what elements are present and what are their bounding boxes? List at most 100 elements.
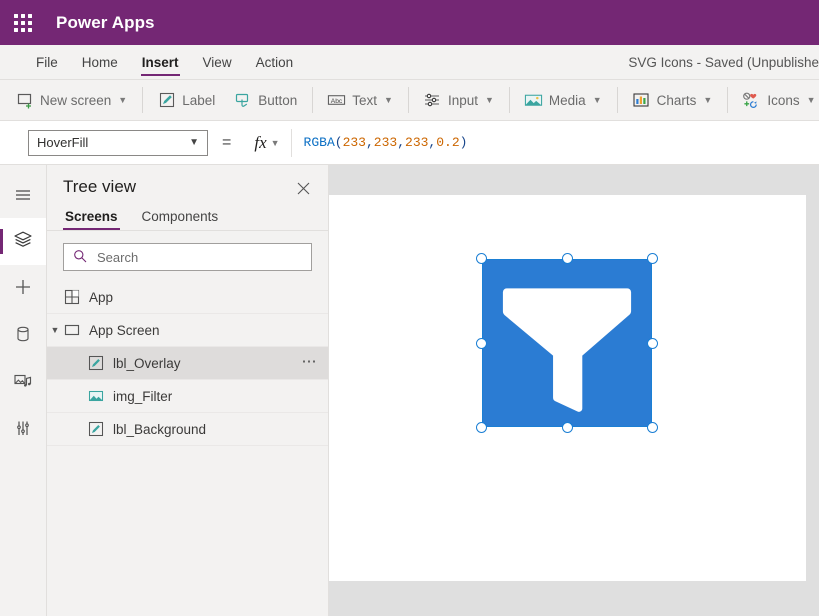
hamburger-menu-icon[interactable]: [0, 171, 46, 218]
menu-item-view[interactable]: View: [191, 45, 244, 80]
media-button-label: Media: [548, 92, 586, 108]
tree-node-app-screen[interactable]: ▼ App Screen: [47, 314, 328, 347]
sidebar-item-insert[interactable]: [0, 265, 46, 312]
tree-node-label: lbl_Background: [113, 421, 207, 437]
brand-bar: Power Apps: [0, 0, 819, 45]
image-icon: [87, 387, 105, 405]
ribbon-group-input: Input ▼: [407, 80, 509, 120]
label-icon: [157, 91, 176, 110]
resize-handle-s[interactable]: [561, 422, 573, 433]
resize-handle-sw[interactable]: [476, 422, 487, 433]
waffle-grid: [14, 13, 32, 32]
ribbon-group-text: Abc Text ▼: [312, 80, 408, 120]
menu-bar: File Home Insert View Action SVG Icons -…: [0, 45, 819, 80]
screen-icon: [63, 321, 81, 339]
resize-handle-nw[interactable]: [476, 253, 487, 264]
formula-token-close: ): [459, 135, 468, 150]
tab-screens[interactable]: Screens: [63, 209, 120, 230]
search-input[interactable]: [95, 248, 302, 266]
tree-view-panel: Tree view Screens Components Search App …: [47, 165, 329, 616]
formula-token-a: 0.2: [436, 135, 460, 150]
ribbon-group-charts: Charts ▼: [616, 80, 728, 120]
tree-node-img-filter[interactable]: img_Filter: [47, 380, 328, 413]
label-icon: [87, 354, 105, 372]
text-button[interactable]: Abc Text ▼: [318, 87, 402, 114]
chevron-down-icon: ▼: [806, 95, 816, 105]
menu-item-home[interactable]: Home: [70, 45, 130, 80]
tab-components[interactable]: Components: [140, 209, 221, 230]
resize-handle-n[interactable]: [561, 253, 573, 264]
tree-node-app[interactable]: App: [47, 281, 328, 314]
formula-token-b: 233: [405, 135, 429, 150]
selected-control-img-filter[interactable]: [476, 253, 658, 433]
ribbon-group-media: Media ▼: [508, 80, 617, 120]
tree-view-layers-icon: [12, 229, 34, 254]
ribbon-group-screen: New screen ▼: [0, 80, 142, 120]
svg-text:Abc: Abc: [331, 98, 343, 105]
menu-item-insert[interactable]: Insert: [130, 45, 191, 80]
menu-item-action[interactable]: Action: [244, 45, 306, 80]
app-launcher-waffle-icon[interactable]: [0, 0, 46, 45]
app-screen-canvas[interactable]: [329, 195, 806, 581]
text-abc-icon: Abc: [327, 91, 346, 110]
chevron-down-icon: ▼: [592, 95, 602, 105]
sidebar-item-advanced[interactable]: [0, 406, 46, 453]
label-button[interactable]: Label: [148, 87, 224, 114]
button-button[interactable]: Button: [224, 87, 306, 114]
resize-handle-e[interactable]: [647, 337, 658, 349]
sidebar-item-data[interactable]: [0, 312, 46, 359]
search-icon: [73, 249, 87, 266]
menu-items: File Home Insert View Action: [0, 45, 305, 80]
tree-view-tabs: Screens Components: [47, 199, 328, 231]
page-title: Tree view: [63, 177, 137, 196]
data-database-icon: [13, 324, 33, 347]
tree-node-lbl-overlay[interactable]: lbl_Overlay ⋯: [47, 347, 328, 380]
media-button[interactable]: Media ▼: [515, 87, 611, 114]
formula-token-g: 233: [373, 135, 398, 150]
charts-button[interactable]: Charts ▼: [623, 87, 722, 114]
formula-input[interactable]: RGBA(233,233,233,0.2): [292, 135, 819, 150]
button-icon: [233, 91, 252, 110]
tree-node-label: lbl_Overlay: [113, 355, 181, 371]
label-icon: [87, 420, 105, 438]
formula-token-fn: RGBA: [303, 135, 335, 150]
new-screen-button[interactable]: New screen ▼: [6, 87, 136, 114]
chevron-down-icon: ▼: [703, 95, 713, 105]
app-icon: [63, 288, 81, 306]
formula-token-comma2: ,: [397, 135, 406, 150]
tree-node-label: App: [89, 289, 114, 305]
menu-item-file[interactable]: File: [24, 45, 70, 80]
tree-node-label: img_Filter: [113, 388, 173, 404]
chevron-down-icon: ▼: [384, 95, 393, 105]
ribbon-group-basic: Label Button: [142, 80, 312, 120]
property-dropdown[interactable]: HoverFill ▼: [28, 129, 208, 156]
formula-token-r: 233: [342, 135, 366, 150]
tree-view-header: Tree view: [47, 165, 328, 199]
power-apps-window: Power Apps File Home Insert View Action …: [0, 0, 819, 616]
text-button-label: Text: [352, 92, 378, 108]
icons-button[interactable]: Icons ▼: [733, 87, 819, 114]
resize-handle-se[interactable]: [647, 422, 658, 433]
tree-view-search-wrap: [47, 231, 328, 281]
input-button[interactable]: Input ▼: [414, 87, 503, 114]
chevron-down-icon[interactable]: ▼: [47, 325, 63, 335]
ribbon-group-icons: Icons ▼: [727, 80, 819, 120]
fx-button[interactable]: fx ▼: [244, 128, 292, 157]
icons-button-label: Icons: [767, 92, 800, 108]
canvas-area[interactable]: [329, 165, 819, 616]
resize-handle-ne[interactable]: [647, 253, 658, 264]
sidebar-item-media[interactable]: [0, 359, 46, 406]
chevron-down-icon: ▼: [270, 137, 280, 148]
chevron-down-icon: ▼: [189, 137, 199, 148]
icons-collection-icon: [742, 91, 761, 110]
sidebar-item-tree-view[interactable]: [0, 218, 46, 265]
insert-ribbon: New screen ▼ Label Button Abc Text ▼ Inp…: [0, 80, 819, 121]
overflow-menu-icon[interactable]: ⋯: [302, 354, 319, 373]
tree-node-lbl-background[interactable]: lbl_Background: [47, 413, 328, 446]
close-icon[interactable]: [292, 177, 314, 199]
media-library-icon: [12, 370, 34, 395]
charts-button-label: Charts: [656, 92, 697, 108]
tree-node-label: App Screen: [89, 322, 160, 338]
resize-handle-w[interactable]: [476, 337, 487, 349]
search-box[interactable]: [63, 243, 312, 271]
